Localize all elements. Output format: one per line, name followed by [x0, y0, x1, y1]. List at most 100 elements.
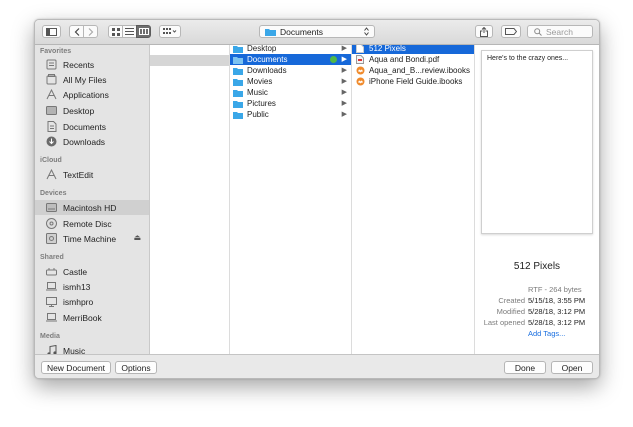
sidebar-item-label: MerriBook [63, 312, 102, 323]
icon-view-button[interactable] [108, 25, 123, 38]
rtf-document-icon [355, 45, 365, 53]
sidebar-toggle-button[interactable] [42, 25, 61, 38]
sidebar-item-merribook[interactable]: MerriBook [35, 310, 149, 325]
view-mode-control [108, 25, 151, 38]
folder-icon [233, 66, 243, 75]
options-button[interactable]: Options [115, 361, 157, 374]
sidebar-item-time-machine[interactable]: Time Machine ⏏ [35, 231, 149, 246]
sidebar-item-castle[interactable]: Castle [35, 264, 149, 279]
eject-icon[interactable]: ⏏ [133, 233, 141, 242]
folder-row-desktop[interactable]: ▶ Desktop ▶ [230, 45, 351, 54]
sidebar-item-label: Downloads [63, 136, 106, 147]
chevron-right-icon [88, 27, 93, 36]
sidebar-item-all-my-files[interactable]: All My Files [35, 72, 149, 87]
browser-column-2: ▶ Desktop ▶ Documents ▶ Downloads ▶ Movi… [230, 45, 352, 354]
music-note-icon [45, 345, 58, 354]
sidebar-item-music[interactable]: Music [35, 343, 149, 354]
folder-name: Movies [247, 77, 273, 86]
sidebar-item-recents[interactable]: Recents [35, 57, 149, 72]
file-name: Aqua and Bondi.pdf [369, 55, 440, 64]
laptop-icon [45, 281, 58, 293]
preview-title: 512 Pixels [513, 261, 561, 272]
modified-value: 5/28/18, 3:12 PM [528, 307, 586, 316]
thumbnail-text: Here's to the crazy ones... [487, 55, 569, 62]
folder-icon [233, 88, 243, 97]
sidebar-item-label: Desktop [63, 105, 95, 116]
file-name: Aqua_and_B...review.ibooks [369, 66, 470, 75]
path-popup[interactable]: Documents [259, 25, 375, 38]
sidebar-item-label: TextEdit [63, 169, 94, 180]
green-tag-icon [330, 56, 337, 63]
chevron-right-icon: ▶ [341, 45, 347, 52]
add-tags-link[interactable]: Add Tags... [528, 329, 565, 338]
group-menu-button[interactable] [159, 25, 181, 38]
toolbar: Documents Search [35, 20, 599, 45]
column-row-selected-parent[interactable] [150, 55, 229, 66]
sidebar-item-remote-disc[interactable]: Remote Disc [35, 216, 149, 231]
columns-icon [138, 28, 149, 35]
sidebar-item-label: All My Files [63, 74, 107, 85]
sidebar-item-documents[interactable]: Documents [35, 119, 149, 134]
file-row-aqua-and-bondi-pdf[interactable]: Aqua and Bondi.pdf [352, 54, 474, 65]
done-button[interactable]: Done [504, 361, 546, 374]
file-row-512-pixels[interactable]: 512 Pixels [352, 45, 474, 54]
share-icon [480, 26, 488, 37]
sidebar-item-label: Documents [63, 121, 106, 132]
folder-name: Pictures [247, 99, 276, 108]
list-view-button[interactable] [122, 25, 137, 38]
sidebar-item-textedit[interactable]: TextEdit [35, 167, 149, 182]
column-view-button[interactable] [136, 25, 151, 38]
chevron-right-icon: ▶ [341, 56, 347, 63]
folder-name: Public [247, 110, 269, 119]
folder-icon [233, 45, 243, 53]
sidebar-item-ismhpro[interactable]: ismhpro [35, 294, 149, 309]
sidebar-section-media: Media [40, 333, 60, 340]
files-icon [45, 74, 58, 86]
ibooks-icon [355, 66, 365, 75]
sidebar-item-macintosh-hd[interactable]: Macintosh HD [35, 200, 149, 215]
forward-button[interactable] [83, 25, 98, 38]
disc-icon [45, 218, 58, 230]
folder-row-movies[interactable]: Movies ▶ [230, 76, 351, 87]
document-thumbnail: Here's to the crazy ones... [481, 50, 593, 234]
new-document-button[interactable]: New Document [41, 361, 111, 374]
folder-row-documents[interactable]: Documents ▶ [230, 54, 351, 65]
sidebar-icon [46, 27, 57, 36]
folder-row-downloads[interactable]: Downloads ▶ [230, 65, 351, 76]
folder-name: Downloads [247, 66, 287, 75]
path-popup-label: Documents [280, 26, 323, 37]
group-grid-icon [163, 28, 177, 34]
sidebar-item-label: Applications [63, 89, 109, 100]
sidebar-item-applications[interactable]: Applications [35, 87, 149, 102]
search-field[interactable]: Search [527, 25, 593, 38]
share-button[interactable] [475, 25, 493, 38]
recents-icon [45, 59, 58, 71]
hard-drive-icon [45, 202, 58, 214]
preview-pane: Here's to the crazy ones... 512 Pixels R… [475, 45, 599, 354]
folder-row-music[interactable]: Music ▶ [230, 87, 351, 98]
file-row-iphone-field-guide[interactable]: iPhone Field Guide.ibooks [352, 76, 474, 87]
folder-icon [233, 77, 243, 86]
sidebar-section-favorites: Favorites [40, 48, 72, 55]
sidebar-item-label: Remote Disc [63, 218, 112, 229]
laptop-icon [45, 312, 58, 324]
open-dialog: Documents Search Favorites Recents All M… [34, 19, 600, 379]
sidebar-item-downloads[interactable]: Downloads [35, 134, 149, 149]
folder-name: Documents [247, 55, 288, 64]
sidebar-item-ismh13[interactable]: ismh13 [35, 279, 149, 294]
tags-button[interactable] [501, 25, 521, 38]
chevron-right-icon: ▶ [341, 78, 347, 85]
network-device-icon [45, 266, 58, 278]
bottom-bar: New Document Options Done Open [35, 354, 599, 378]
popup-arrows-icon [364, 27, 369, 37]
browser-column-1 [150, 45, 230, 354]
folder-row-public[interactable]: Public ▶ [230, 109, 351, 120]
created-label: Created [498, 296, 525, 305]
sidebar-item-desktop[interactable]: Desktop [35, 103, 149, 118]
file-kind: RTF - 264 bytes [528, 285, 582, 294]
applications-icon [45, 89, 58, 101]
folder-row-pictures[interactable]: Pictures ▶ [230, 98, 351, 109]
open-button[interactable]: Open [551, 361, 593, 374]
file-row-aqua-review-ibooks[interactable]: Aqua_and_B...review.ibooks [352, 65, 474, 76]
back-button[interactable] [69, 25, 84, 38]
